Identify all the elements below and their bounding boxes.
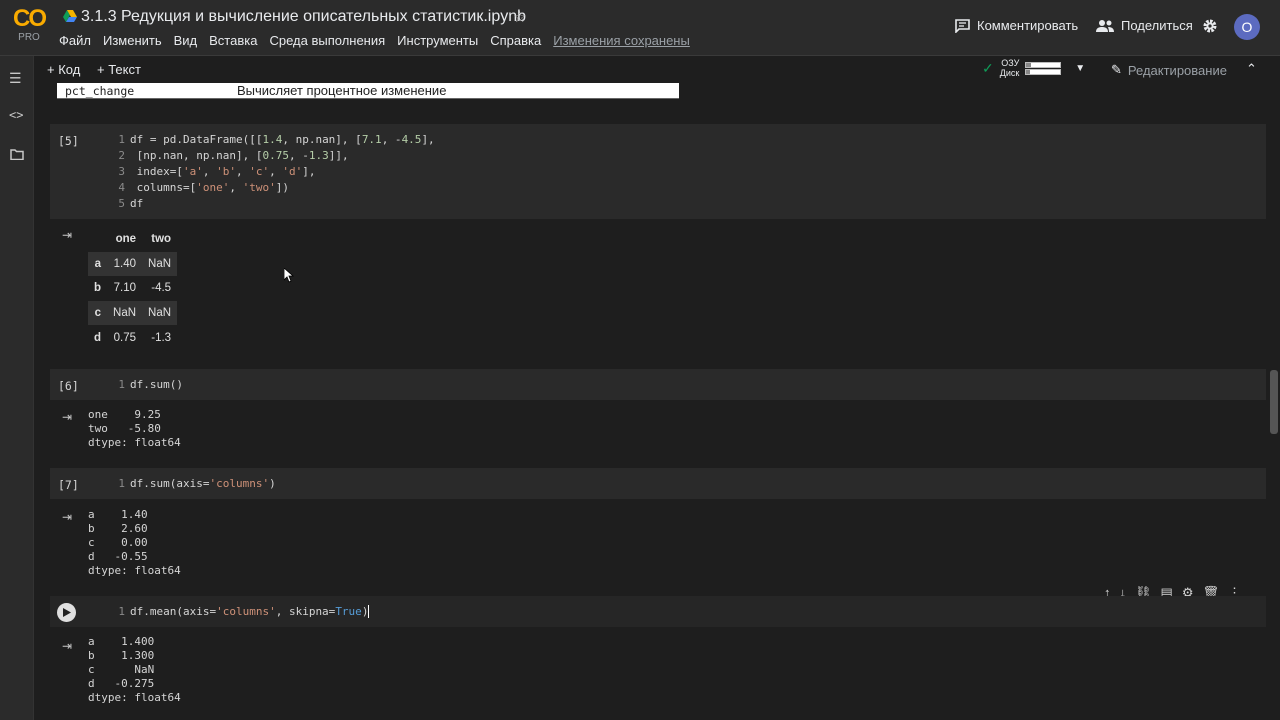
chevron-down-icon[interactable]: ▼ <box>1075 63 1085 74</box>
code-line: 1 df.sum() <box>118 378 183 391</box>
folder-icon[interactable] <box>10 149 24 160</box>
code-snippets-icon[interactable]: <> <box>9 108 23 122</box>
share-button[interactable]: Поделиться <box>1096 18 1193 33</box>
code-cell-7[interactable]: [7] 1 df.sum(axis='columns') <box>50 468 1266 499</box>
column-header: two <box>151 233 172 246</box>
page-scrollbar[interactable] <box>1270 370 1278 434</box>
table-cell: -1.3 <box>151 331 172 344</box>
ram-label: ОЗУ <box>1001 58 1020 68</box>
menu-runtime[interactable]: Среда выполнения <box>269 33 385 48</box>
add-text-button[interactable]: + Текст <box>97 62 141 77</box>
table-cell: 0.75 <box>113 331 137 344</box>
table-row: a 1.40 NaN <box>88 251 178 277</box>
play-icon <box>62 608 71 617</box>
cell-output: a 1.400 b 1.300 c NaN d -0.275 dtype: fl… <box>88 635 181 704</box>
cell-output: a 1.40 b 2.60 c 0.00 d -0.55 dtype: floa… <box>88 508 181 577</box>
menu-bar: Файл Изменить Вид Вставка Среда выполнен… <box>59 33 702 48</box>
run-cell-button[interactable] <box>57 603 76 622</box>
edit-mode-label: Редактирование <box>1127 62 1227 78</box>
save-status-link[interactable]: Изменения сохранены <box>553 33 690 48</box>
code-line: 2 [np.nan, np.nan], [0.75, -1.3]], <box>118 149 349 162</box>
table-cell: NaN <box>107 300 143 326</box>
code-line: 1 df.sum(axis='columns') <box>118 477 276 490</box>
code-line: 4 columns=['one', 'two']) <box>118 181 289 194</box>
table-cell: NaN <box>142 300 178 326</box>
colab-logo[interactable]: CO PRO <box>10 5 48 46</box>
method-name: pct_change <box>65 84 135 98</box>
code-line: 5 df <box>118 197 144 210</box>
code-line: 1 df = pd.DataFrame([[1.4, np.nan], [7.1,… <box>118 133 435 146</box>
disk-bar <box>1025 68 1062 75</box>
cell-output: one 9.25 two -5.80 dtype: float64 <box>88 408 181 449</box>
code-line: 3 index=['a', 'b', 'c', 'd'], <box>118 165 316 178</box>
pencil-icon: ✎ <box>1111 62 1122 77</box>
row-index: d <box>94 331 102 344</box>
check-icon: ✓ <box>982 59 994 76</box>
index-header <box>88 227 107 252</box>
share-label: Поделиться <box>1121 18 1193 33</box>
comment-icon <box>955 18 970 33</box>
edit-mode-button[interactable]: ✎ Редактирование <box>1111 62 1227 78</box>
table-cell: NaN <box>142 251 178 277</box>
disk-label: Диск <box>999 68 1020 78</box>
disk-bar-fill <box>1026 69 1030 74</box>
row-index: b <box>94 282 102 295</box>
ram-bar <box>1025 61 1062 68</box>
output-icon[interactable]: ⇥ <box>62 510 72 524</box>
resource-indicator[interactable]: ✓ ОЗУ Диск ▼ <box>982 58 1085 78</box>
gear-icon[interactable] <box>1202 18 1218 34</box>
code-editor[interactable]: 1 df.sum(axis='columns') <box>107 476 276 492</box>
table-cell: -4.5 <box>151 282 172 295</box>
output-icon[interactable]: ⇥ <box>62 228 72 242</box>
menu-help[interactable]: Справка <box>490 33 541 48</box>
code-line: 1df.mean(axis='columns', skipna=True)​ <box>118 605 370 618</box>
method-table-row: pct_change Вычисляет процентное изменени… <box>57 83 679 99</box>
code-editor[interactable]: 1 df.sum() <box>107 377 183 393</box>
menu-insert[interactable]: Вставка <box>209 33 257 48</box>
avatar[interactable]: O <box>1234 14 1260 40</box>
code-editor[interactable]: 1df.mean(axis='columns', skipna=True)​ <box>107 604 370 620</box>
ram-bar-fill <box>1026 62 1032 67</box>
toc-icon[interactable]: ☰ <box>9 70 22 87</box>
star-icon[interactable]: ☆ <box>513 8 526 26</box>
row-index: a <box>88 251 108 277</box>
app-header: CO PRO 3.1.3 Редукция и вычисление описа… <box>0 0 1280 56</box>
comment-button[interactable]: Комментировать <box>955 18 1078 33</box>
pro-badge: PRO <box>18 32 40 43</box>
menu-tools[interactable]: Инструменты <box>397 33 478 48</box>
execution-count: [6] <box>58 379 79 393</box>
table-cell: 7.10 <box>113 282 137 295</box>
execution-count: [5] <box>58 134 79 148</box>
method-description: Вычисляет процентное изменение <box>237 83 447 98</box>
notebook-toolbar: + Код + Текст ✓ ОЗУ Диск ▼ ✎ Редактирова… <box>34 56 1280 82</box>
dataframe-output: one two a 1.40 NaN b 7.10 -4.5 c NaN NaN… <box>88 227 178 350</box>
menu-edit[interactable]: Изменить <box>103 33 162 48</box>
left-rail: ☰ <> <box>0 56 34 720</box>
table-row: d 0.75 -1.3 <box>88 325 177 350</box>
output-icon[interactable]: ⇥ <box>62 639 72 653</box>
table-row: b 7.10 -4.5 <box>88 276 177 301</box>
output-icon[interactable]: ⇥ <box>62 410 72 424</box>
table-cell: 1.40 <box>107 251 143 277</box>
execution-count: [7] <box>58 478 79 492</box>
column-header: one <box>115 233 137 246</box>
logo-text: CO <box>13 5 47 32</box>
code-cell-6[interactable]: [6] 1 df.sum() <box>50 369 1266 400</box>
table-row: c NaN NaN <box>88 300 178 326</box>
drive-icon[interactable] <box>63 10 77 23</box>
code-cell-active[interactable]: 1df.mean(axis='columns', skipna=True)​ <box>50 596 1266 627</box>
people-icon <box>1096 19 1114 32</box>
mouse-cursor-icon <box>284 268 294 283</box>
comment-label: Комментировать <box>977 18 1079 33</box>
notebook-title[interactable]: 3.1.3 Редукция и вычисление описательных… <box>81 8 526 26</box>
add-code-button[interactable]: + Код <box>47 62 80 77</box>
code-editor[interactable]: 1 df = pd.DataFrame([[1.4, np.nan], [7.1,… <box>107 132 435 212</box>
menu-file[interactable]: Файл <box>59 33 91 48</box>
chevron-up-icon[interactable]: ⌃ <box>1246 61 1257 77</box>
row-index: c <box>88 300 108 326</box>
menu-view[interactable]: Вид <box>174 33 198 48</box>
code-cell-5[interactable]: [5] 1 df = pd.DataFrame([[1.4, np.nan], [… <box>50 124 1266 219</box>
